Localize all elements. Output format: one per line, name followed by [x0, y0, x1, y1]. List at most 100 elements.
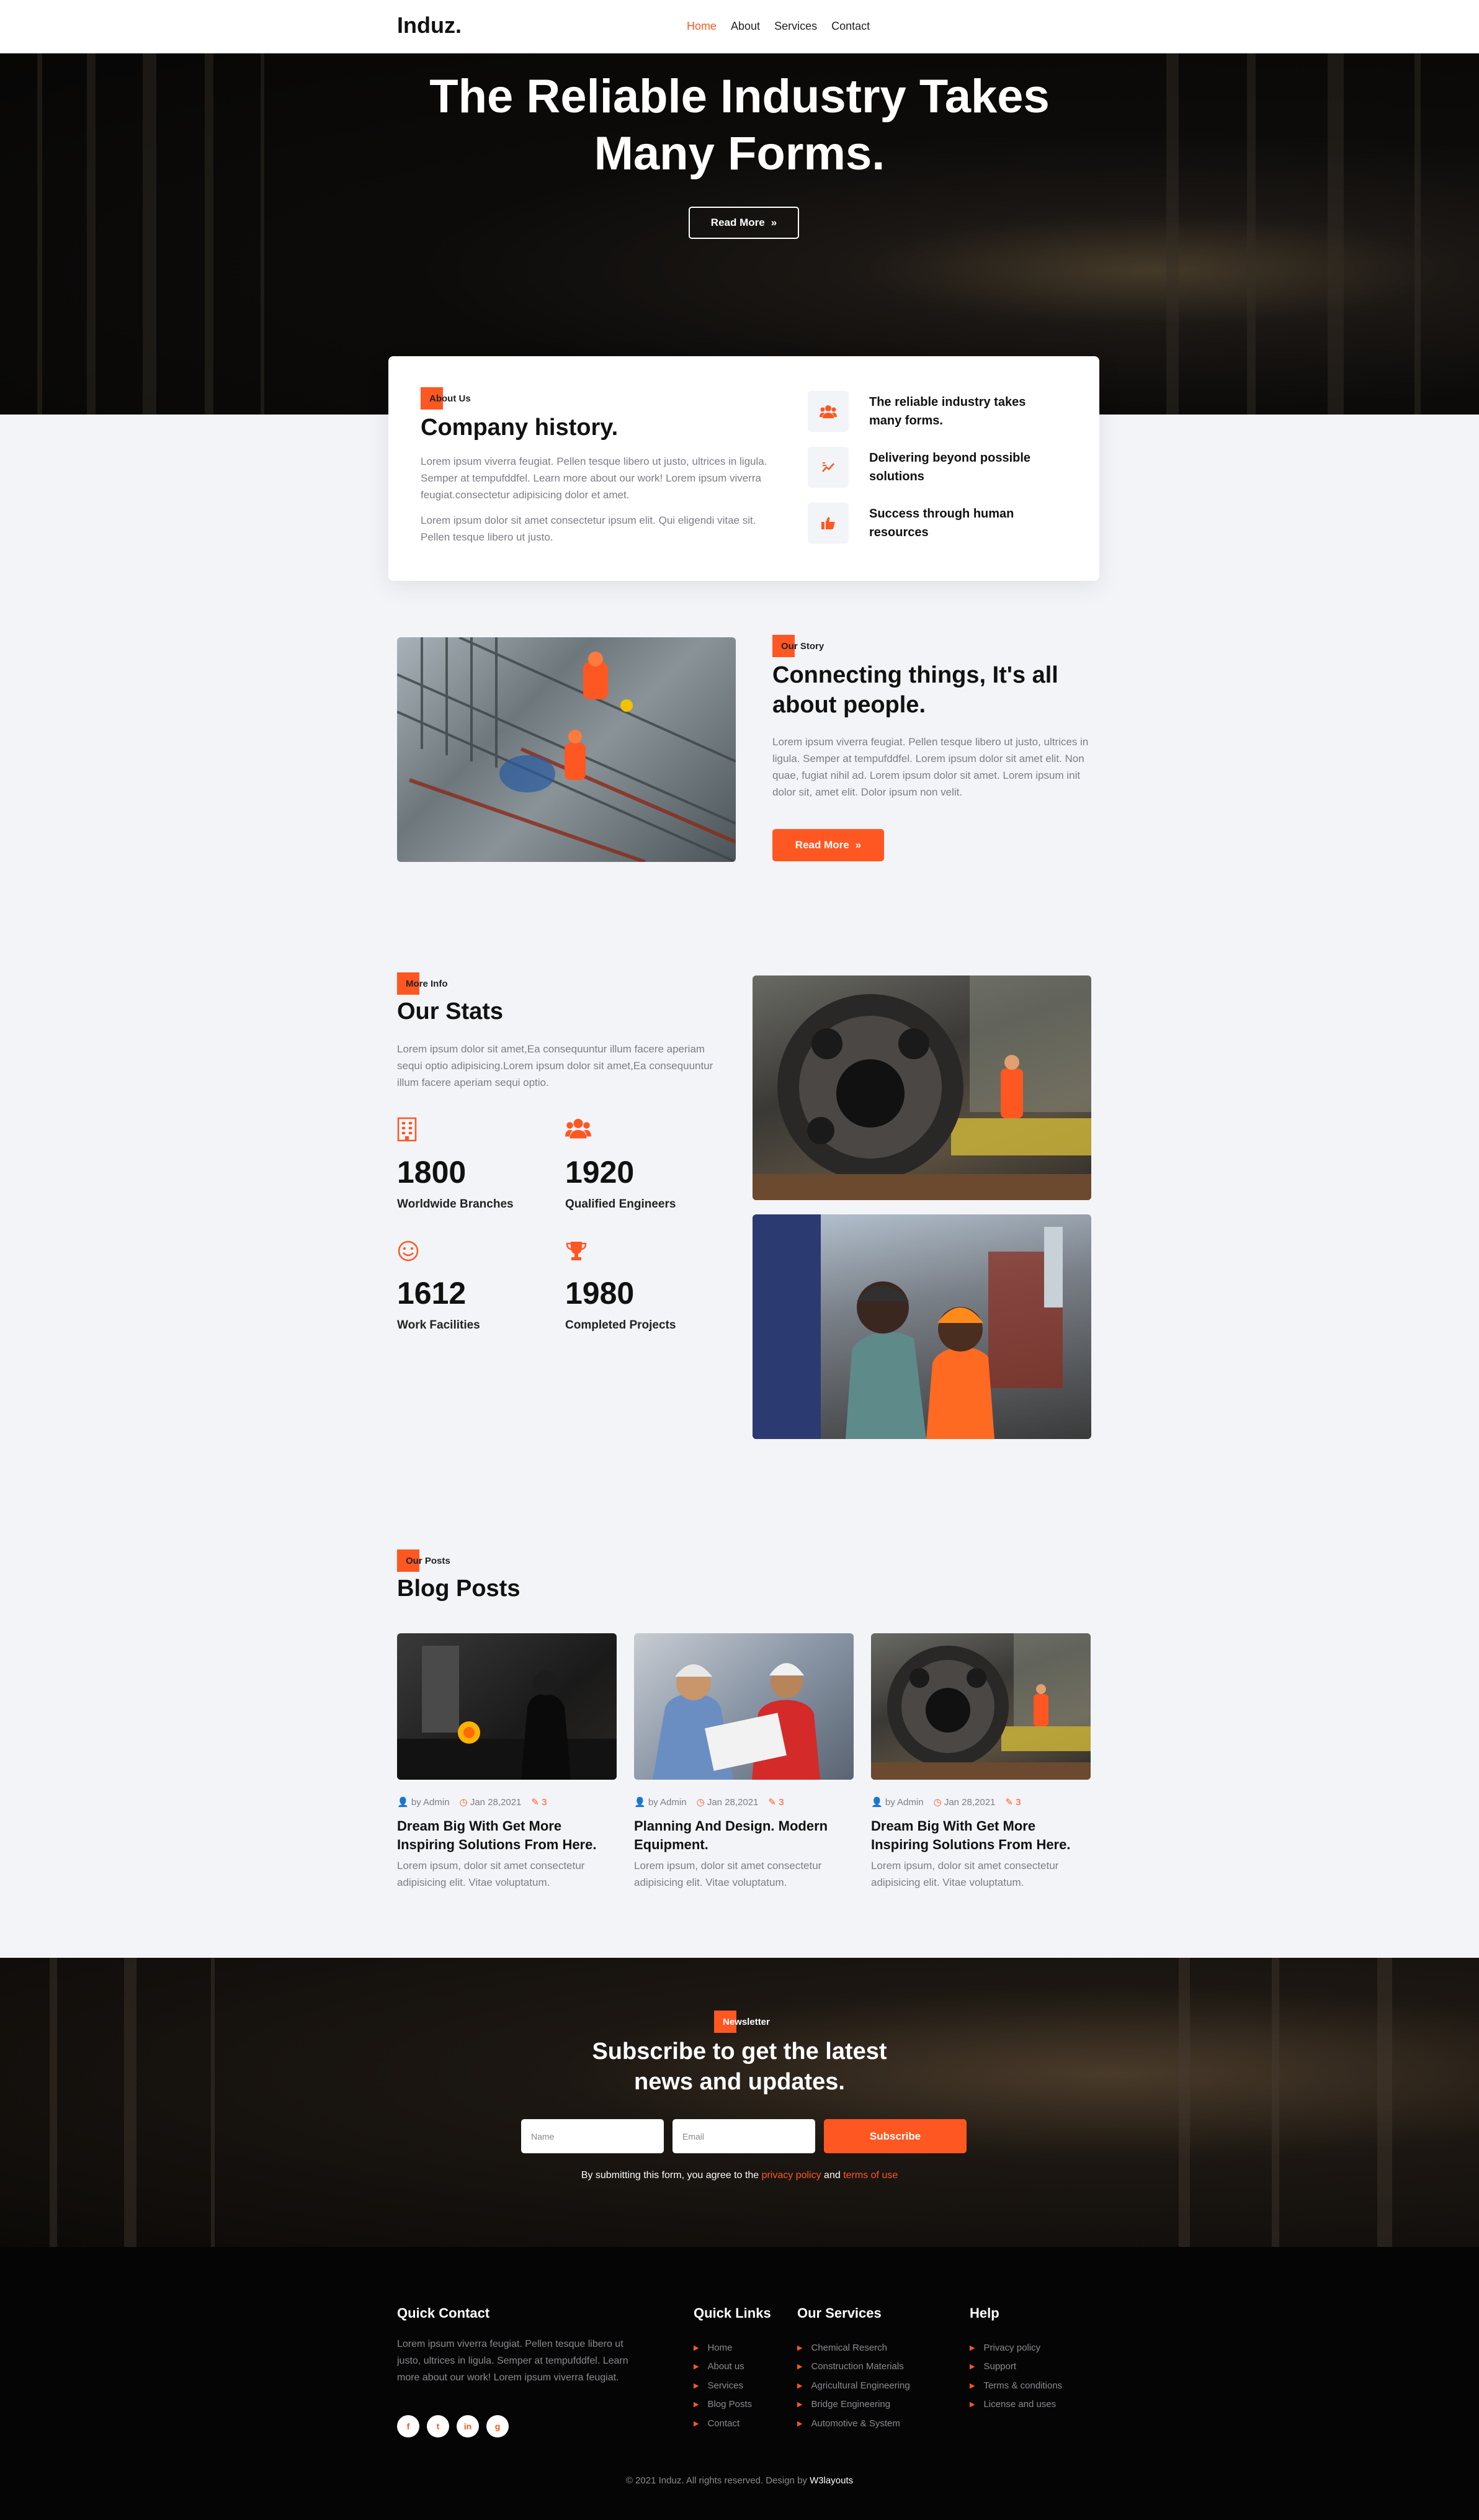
- footer-service-link[interactable]: ▶ Chemical Reserch: [797, 2338, 910, 2357]
- building-icon: [397, 1117, 417, 1148]
- arrow-right-icon: ▶: [797, 2363, 803, 2371]
- facebook-icon[interactable]: f: [397, 2415, 419, 2437]
- footer-link-label: Contact: [707, 2418, 740, 2429]
- nav-link-services[interactable]: Services: [774, 20, 817, 33]
- and-text: and: [824, 2170, 841, 2181]
- news-bg-column: [1272, 1958, 1279, 2247]
- post-comments[interactable]: ✎ 3: [768, 1796, 784, 1808]
- arrow-right-icon: ▶: [694, 2363, 699, 2371]
- users-icon: [808, 391, 849, 432]
- story-paragraph: Lorem ipsum viverra feugiat. Pellen tesq…: [772, 736, 1089, 798]
- tag-label: Newsletter: [723, 2016, 770, 2027]
- post-description: Lorem ipsum, dolor sit amet consectetur …: [871, 1860, 1059, 1888]
- news-bg-column: [124, 1958, 136, 2247]
- footer-link-label: Terms & conditions: [983, 2380, 1063, 2391]
- stats-paragraph: Lorem ipsum dolor sit amet,Ea consequunt…: [397, 1043, 713, 1088]
- footer-service-link[interactable]: ▶ Bridge Engineering: [797, 2395, 910, 2415]
- newsletter-agreement: By submitting this form, you agree to th…: [496, 2170, 983, 2181]
- footer-service-link[interactable]: ▶ Construction Materials: [797, 2357, 910, 2377]
- designer-link[interactable]: W3layouts: [810, 2475, 853, 2486]
- stat-value: 1612: [397, 1276, 467, 1311]
- footer-link-home[interactable]: ▶ Home: [694, 2338, 752, 2357]
- footer-link-about[interactable]: ▶ About us: [694, 2357, 752, 2377]
- clock-icon: ◷: [696, 1797, 705, 1808]
- copyright: © 2021 Induz. All rights reserved. Desig…: [496, 2475, 983, 2486]
- footer-contact-text: Lorem ipsum viverra feugiat. Pellen tesq…: [397, 2339, 628, 2383]
- arrow-right-icon: ▶: [797, 2419, 803, 2428]
- footer-service-link[interactable]: ▶ Automotive & System: [797, 2414, 910, 2433]
- post-meta: 👤 by Admin ◷ Jan 28,2021 ✎ 3: [871, 1796, 1021, 1808]
- post-comments-count: 3: [542, 1797, 547, 1808]
- story-title-line1: Connecting things, It's all: [772, 662, 1058, 688]
- smile-icon: [397, 1240, 419, 1268]
- newsletter-title-line1: Subscribe to get the latest: [592, 2038, 887, 2065]
- newsletter-section: [0, 1958, 1479, 2247]
- arrow-right-icon: ▶: [694, 2382, 699, 2390]
- footer-help-title: Help: [970, 2305, 999, 2321]
- post-author[interactable]: 👤 by Admin: [871, 1796, 924, 1808]
- footer-service-link[interactable]: ▶ Agricultural Engineering: [797, 2376, 910, 2395]
- agree-text: By submitting this form, you agree to th…: [581, 2170, 759, 2181]
- post-image[interactable]: [871, 1633, 1091, 1780]
- arrow-right-icon: ▶: [970, 2344, 975, 2352]
- hero-title: The Reliable Industry Takes Many Forms.: [372, 68, 1107, 182]
- news-bg-column: [1377, 1958, 1392, 2247]
- hero-read-more-button[interactable]: Read More »: [689, 207, 799, 239]
- nav-link-contact[interactable]: Contact: [831, 20, 870, 33]
- arrow-right-icon: ▶: [797, 2382, 803, 2390]
- story-read-more-button[interactable]: Read More »: [772, 829, 884, 861]
- footer-help-link[interactable]: ▶ Terms & conditions: [970, 2376, 1062, 2395]
- comments-icon: ✎: [531, 1797, 539, 1808]
- footer-link-contact[interactable]: ▶ Contact: [694, 2414, 752, 2433]
- post-title[interactable]: Planning And Design. Modern Equipment.: [634, 1817, 857, 1854]
- arrow-right-icon: ▶: [694, 2419, 699, 2428]
- post-title[interactable]: Dream Big With Get More Inspiring Soluti…: [871, 1817, 1094, 1854]
- footer-services: ▶ Chemical Reserch ▶ Construction Material…: [797, 2338, 910, 2433]
- stat-label: Worldwide Branches: [397, 1198, 514, 1211]
- instagram-icon[interactable]: in: [457, 2415, 479, 2437]
- twitter-icon[interactable]: t: [427, 2415, 449, 2437]
- feature-text: The reliable industry takes many forms.: [869, 395, 1026, 428]
- feature-item: Delivering beyond possible solutions: [808, 447, 1055, 488]
- footer-help-link[interactable]: ▶ License and uses: [970, 2395, 1062, 2415]
- post-comments[interactable]: ✎ 3: [1005, 1796, 1021, 1808]
- footer-help-link[interactable]: ▶ Support: [970, 2357, 1062, 2377]
- google-icon[interactable]: g: [486, 2415, 509, 2437]
- post-title[interactable]: Dream Big With Get More Inspiring Soluti…: [397, 1817, 620, 1854]
- footer-help-link[interactable]: ▶ Privacy policy: [970, 2338, 1062, 2357]
- about-paragraph-1: Lorem ipsum viverra feugiat. Pellen tesq…: [421, 455, 767, 501]
- chart-icon: [808, 447, 849, 488]
- nav-link-home[interactable]: Home: [687, 20, 717, 33]
- footer-contact-title: Quick Contact: [397, 2305, 490, 2321]
- post-image[interactable]: [397, 1633, 617, 1780]
- logo[interactable]: Induz.: [397, 12, 462, 38]
- footer-quick-links: ▶ Home ▶ About us ▶ Services ▶ Blog Posts ▶ C…: [694, 2338, 752, 2433]
- email-input[interactable]: [672, 2119, 815, 2153]
- hero-title-line1: The Reliable Industry Takes: [429, 70, 1050, 123]
- nav-link-about[interactable]: About: [731, 20, 760, 33]
- post-date-label: Jan 28,2021: [470, 1797, 522, 1808]
- footer-link-services[interactable]: ▶ Services: [694, 2376, 752, 2395]
- post-comments[interactable]: ✎ 3: [531, 1796, 547, 1808]
- footer-link-label: Blog Posts: [707, 2399, 753, 2410]
- subscribe-button[interactable]: Subscribe: [824, 2119, 967, 2153]
- tag-label: Our Story: [781, 640, 824, 652]
- post-author[interactable]: 👤 by Admin: [634, 1796, 687, 1808]
- privacy-policy-link[interactable]: privacy policy: [762, 2170, 821, 2181]
- news-bg-column: [211, 1958, 215, 2247]
- terms-of-use-link[interactable]: terms of use: [843, 2170, 898, 2181]
- footer-link-label: Support: [983, 2361, 1017, 2372]
- stat-label: Completed Projects: [565, 1319, 676, 1332]
- about-paragraph-2: Lorem ipsum dolor sit amet consectetur i…: [421, 514, 756, 543]
- post-author[interactable]: 👤 by Admin: [397, 1796, 450, 1808]
- name-input[interactable]: [521, 2119, 664, 2153]
- user-icon: 👤: [871, 1797, 883, 1808]
- post-author-label: by Admin: [885, 1797, 924, 1808]
- post-image[interactable]: [634, 1633, 854, 1780]
- newsletter-title: Subscribe to get the latest news and upd…: [496, 2037, 983, 2097]
- post-author-label: by Admin: [411, 1797, 450, 1808]
- feature-item: Success through human resources: [808, 503, 1055, 544]
- footer-link-blog[interactable]: ▶ Blog Posts: [694, 2395, 752, 2415]
- tag-label: About Us: [429, 393, 471, 404]
- footer-services-title: Our Services: [797, 2305, 882, 2321]
